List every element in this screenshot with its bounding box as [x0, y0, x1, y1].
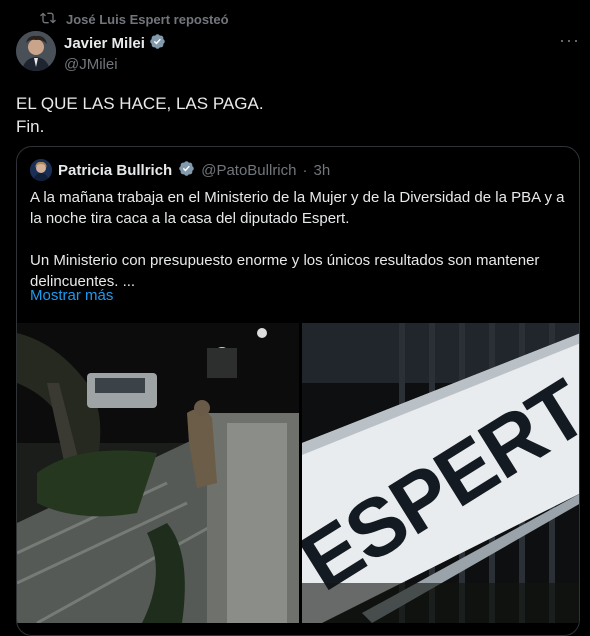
author-name[interactable]: Javier Milei: [64, 35, 145, 52]
separator-dot: ·: [302, 161, 308, 179]
quote-author-avatar[interactable]: [30, 159, 52, 181]
repost-icon: [40, 10, 56, 29]
quoted-tweet[interactable]: Patricia Bullrich @PatoBullrich · 3h A l…: [16, 146, 580, 636]
repost-label[interactable]: José Luis Espert reposteó: [66, 12, 229, 27]
author-handle[interactable]: @JMilei: [64, 56, 166, 73]
verified-badge-icon: [149, 33, 166, 54]
tweet-line: Fin.: [16, 117, 45, 136]
quote-header: Patricia Bullrich @PatoBullrich · 3h: [30, 159, 330, 181]
tweet-text: EL QUE LAS HACE, LAS PAGA. Fin.: [16, 92, 264, 138]
author-block: Javier Milei @JMilei: [64, 33, 166, 73]
media-image-street[interactable]: [17, 323, 299, 623]
media-image-banner[interactable]: ESPERT: [302, 323, 579, 623]
quote-timestamp: 3h: [313, 161, 331, 179]
verified-badge-icon: [178, 160, 195, 181]
quote-text: A la mañana trabaja en el Ministerio de …: [30, 187, 570, 292]
tweet-line: EL QUE LAS HACE, LAS PAGA.: [16, 94, 264, 113]
quote-author-name: Patricia Bullrich: [58, 161, 173, 179]
repost-indicator: José Luis Espert reposteó: [40, 10, 229, 28]
more-options-icon[interactable]: ···: [559, 30, 580, 51]
author-avatar[interactable]: [16, 31, 56, 71]
quote-paragraph: A la mañana trabaja en el Ministerio de …: [30, 189, 565, 227]
quote-author-handle: @PatoBullrich: [201, 161, 297, 179]
quote-paragraph: Un Ministerio con presupuesto enorme y l…: [30, 252, 540, 290]
show-more-link[interactable]: Mostrar más: [30, 287, 113, 304]
